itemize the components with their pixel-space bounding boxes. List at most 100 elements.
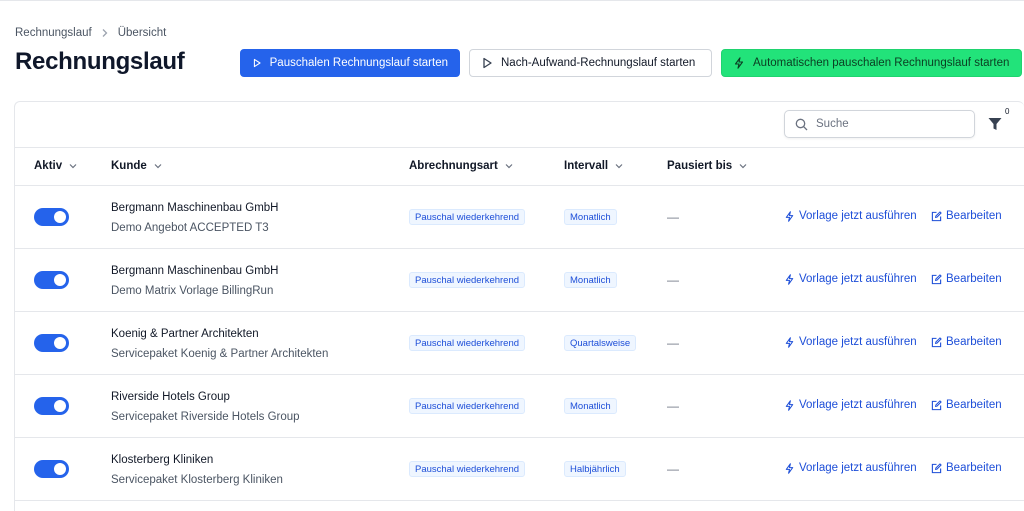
- edit-label: Bearbeiten: [946, 462, 1002, 474]
- lightning-icon: [785, 210, 794, 222]
- chevron-down-icon: [154, 164, 162, 169]
- edit-icon: [931, 399, 942, 410]
- page-title: Rechnungslauf: [15, 48, 185, 75]
- table-row: Klosterberg Kliniken Servicepaket Kloste…: [15, 438, 1024, 501]
- template-name: Servicepaket Klosterberg Kliniken: [111, 474, 283, 486]
- run-template-link[interactable]: Vorlage jetzt ausführen: [784, 210, 917, 222]
- play-icon: [253, 58, 261, 68]
- billing-type-badge: Pauschal wiederkehrend: [409, 272, 526, 288]
- run-template-link[interactable]: Vorlage jetzt ausführen: [784, 336, 917, 348]
- interval-badge: Halbjährlich: [564, 461, 626, 477]
- run-template-link[interactable]: Vorlage jetzt ausführen: [784, 273, 917, 285]
- interval-badge: Monatlich: [564, 272, 617, 288]
- column-label: Pausiert bis: [667, 160, 733, 172]
- template-name: Servicepaket Riverside Hotels Group: [111, 411, 300, 423]
- chevron-down-icon: [615, 164, 623, 169]
- paused-until-value: —: [667, 462, 679, 476]
- edit-link[interactable]: Bearbeiten: [931, 399, 1002, 411]
- billing-type-badge: Pauschal wiederkehrend: [409, 335, 526, 351]
- edit-link[interactable]: Bearbeiten: [931, 210, 1002, 222]
- edit-icon: [931, 336, 942, 347]
- template-name: Demo Matrix Vorlage BillingRun: [111, 285, 274, 297]
- active-toggle[interactable]: [34, 460, 69, 478]
- active-toggle[interactable]: [34, 334, 69, 352]
- table-header: Aktiv Kunde Abrechnungsart Intervall Pau…: [15, 147, 1024, 186]
- customer-name: Koenig & Partner Architekten: [111, 328, 259, 340]
- run-template-link[interactable]: Vorlage jetzt ausführen: [784, 462, 917, 474]
- edit-link[interactable]: Bearbeiten: [931, 273, 1002, 285]
- paused-until-value: —: [667, 336, 679, 350]
- run-template-label: Vorlage jetzt ausführen: [799, 336, 917, 348]
- lightning-icon: [734, 57, 744, 69]
- column-label: Abrechnungsart: [409, 160, 498, 172]
- edit-link[interactable]: Bearbeiten: [931, 336, 1002, 348]
- paused-until-value: —: [667, 399, 679, 413]
- start-pauschal-run-button[interactable]: Pauschalen Rechnungslauf starten: [240, 49, 460, 77]
- edit-link[interactable]: Bearbeiten: [931, 462, 1002, 474]
- chevron-right-icon: [100, 28, 110, 38]
- active-toggle[interactable]: [34, 271, 69, 289]
- search-input[interactable]: [816, 118, 956, 130]
- table-row: Riverside Hotels Group Servicepaket Rive…: [15, 375, 1024, 438]
- start-auto-run-button[interactable]: Automatischen pauschalen Rechnungslauf s…: [721, 49, 1022, 77]
- interval-badge: Quartalsweise: [564, 335, 637, 351]
- start-aufwand-run-button[interactable]: Nach-Aufwand-Rechnungslauf starten: [469, 49, 712, 77]
- breadcrumb-root[interactable]: Rechnungslauf: [15, 27, 92, 39]
- column-header-intervall[interactable]: Intervall: [564, 160, 624, 172]
- breadcrumb: Rechnungslauf Übersicht: [15, 27, 166, 39]
- lightning-icon: [785, 399, 794, 411]
- edit-label: Bearbeiten: [946, 336, 1002, 348]
- edit-label: Bearbeiten: [946, 399, 1002, 411]
- active-toggle[interactable]: [34, 397, 69, 415]
- billing-type-badge: Pauschal wiederkehrend: [409, 398, 526, 414]
- column-label: Aktiv: [34, 160, 63, 172]
- template-name: Demo Angebot ACCEPTED T3: [111, 222, 269, 234]
- column-label: Kunde: [111, 160, 147, 172]
- customer-name: Bergmann Maschinenbau GmbH: [111, 265, 279, 277]
- run-template-label: Vorlage jetzt ausführen: [799, 462, 917, 474]
- action-bar: Pauschalen Rechnungslauf starten Nach-Au…: [240, 49, 1022, 77]
- billing-type-badge: Pauschal wiederkehrend: [409, 209, 526, 225]
- run-template-label: Vorlage jetzt ausführen: [799, 210, 917, 222]
- edit-icon: [931, 462, 942, 473]
- table-row: Bergmann Maschinenbau GmbH Demo Matrix V…: [15, 249, 1024, 312]
- billing-type-badge: Pauschal wiederkehrend: [409, 461, 526, 477]
- customer-name: Bergmann Maschinenbau GmbH: [111, 202, 279, 214]
- table-row: Koenig & Partner Architekten Servicepake…: [15, 312, 1024, 375]
- customer-name: Riverside Hotels Group: [111, 391, 230, 403]
- start-pauschal-run-label: Pauschalen Rechnungslauf starten: [269, 57, 448, 69]
- filter-icon: [988, 118, 1002, 130]
- lightning-icon: [785, 336, 794, 348]
- run-template-label: Vorlage jetzt ausführen: [799, 273, 917, 285]
- column-header-pausiert[interactable]: Pausiert bis: [667, 160, 748, 172]
- active-toggle[interactable]: [34, 208, 69, 226]
- edit-label: Bearbeiten: [946, 273, 1002, 285]
- table-row: Bergmann Maschinenbau GmbH Demo Angebot …: [15, 186, 1024, 249]
- column-header-abrechnungsart[interactable]: Abrechnungsart: [409, 160, 514, 172]
- column-label: Intervall: [564, 160, 609, 172]
- edit-icon: [931, 273, 942, 284]
- edit-icon: [931, 210, 942, 221]
- column-header-aktiv[interactable]: Aktiv: [34, 160, 78, 172]
- template-name: Servicepaket Koenig & Partner Architekte…: [111, 348, 329, 360]
- interval-badge: Monatlich: [564, 209, 617, 225]
- search-icon: [795, 118, 808, 130]
- paused-until-value: —: [667, 273, 679, 287]
- customer-name: Klosterberg Kliniken: [111, 454, 214, 466]
- top-divider: [0, 0, 1024, 3]
- chevron-down-icon: [505, 164, 513, 169]
- run-template-link[interactable]: Vorlage jetzt ausführen: [784, 399, 917, 411]
- column-header-kunde[interactable]: Kunde: [111, 160, 163, 172]
- start-auto-run-label: Automatischen pauschalen Rechnungslauf s…: [753, 57, 1010, 69]
- chevron-down-icon: [739, 164, 747, 169]
- chevron-down-icon: [69, 164, 77, 169]
- filter-count-badge: 0: [1005, 107, 1010, 116]
- search-box[interactable]: [784, 110, 975, 138]
- lightning-icon: [785, 273, 794, 285]
- filter-button[interactable]: [985, 114, 1005, 134]
- edit-label: Bearbeiten: [946, 210, 1002, 222]
- interval-badge: Monatlich: [564, 398, 617, 414]
- start-aufwand-run-label: Nach-Aufwand-Rechnungslauf starten: [501, 57, 696, 69]
- play-icon: [483, 57, 492, 69]
- run-template-label: Vorlage jetzt ausführen: [799, 399, 917, 411]
